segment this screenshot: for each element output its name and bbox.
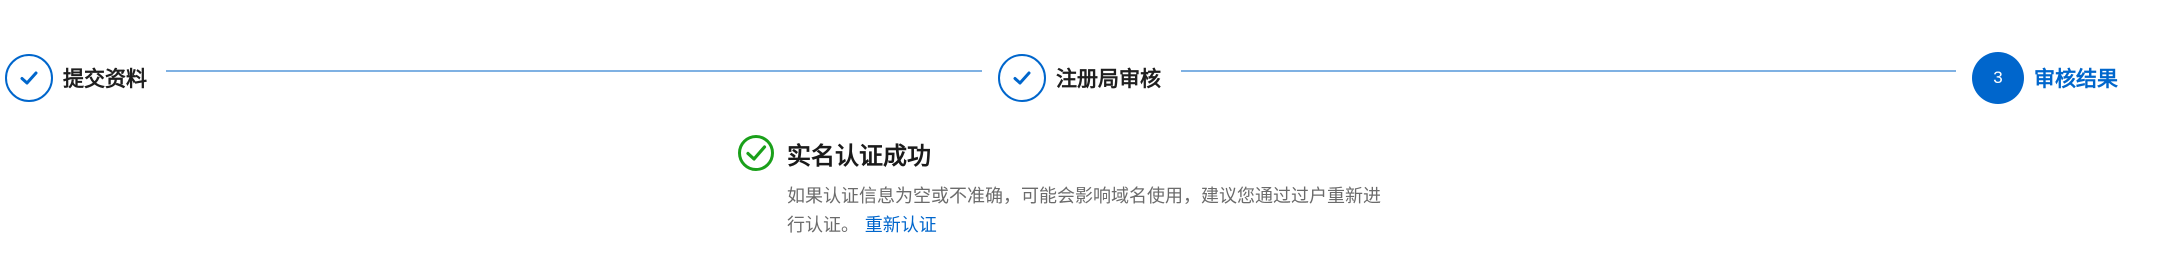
step-2-completed-indicator xyxy=(998,54,1046,102)
step-3-current-indicator: 3 xyxy=(1972,52,2024,104)
verification-result: 实名认证成功 如果认证信息为空或不准确，可能会影响域名使用，建议您通过过户重新进… xyxy=(737,134,1417,240)
result-title: 实名认证成功 xyxy=(787,141,931,170)
check-circle-icon xyxy=(737,134,775,172)
result-description: 如果认证信息为空或不准确，可能会影响域名使用，建议您通过过户重新进行认证。 重新… xyxy=(787,182,1387,240)
step-submit-info: 提交资料 xyxy=(5,52,147,104)
step-1-completed-indicator xyxy=(5,54,53,102)
step-connector-2 xyxy=(1181,70,1956,72)
result-header: 实名认证成功 xyxy=(737,134,1417,172)
checkmark-icon xyxy=(20,71,38,85)
step-3-label: 审核结果 xyxy=(2034,67,2118,91)
step-registry-review: 注册局审核 xyxy=(998,52,1161,104)
step-2-label: 注册局审核 xyxy=(1056,67,1161,91)
progress-stepper: 提交资料 注册局审核 3 审核结果 xyxy=(0,0,2166,120)
reverify-link[interactable]: 重新认证 xyxy=(865,215,937,236)
step-1-label: 提交资料 xyxy=(63,67,147,91)
step-review-result: 3 审核结果 xyxy=(1972,52,2118,104)
step-connector-1 xyxy=(166,70,982,72)
checkmark-icon xyxy=(1013,71,1031,85)
